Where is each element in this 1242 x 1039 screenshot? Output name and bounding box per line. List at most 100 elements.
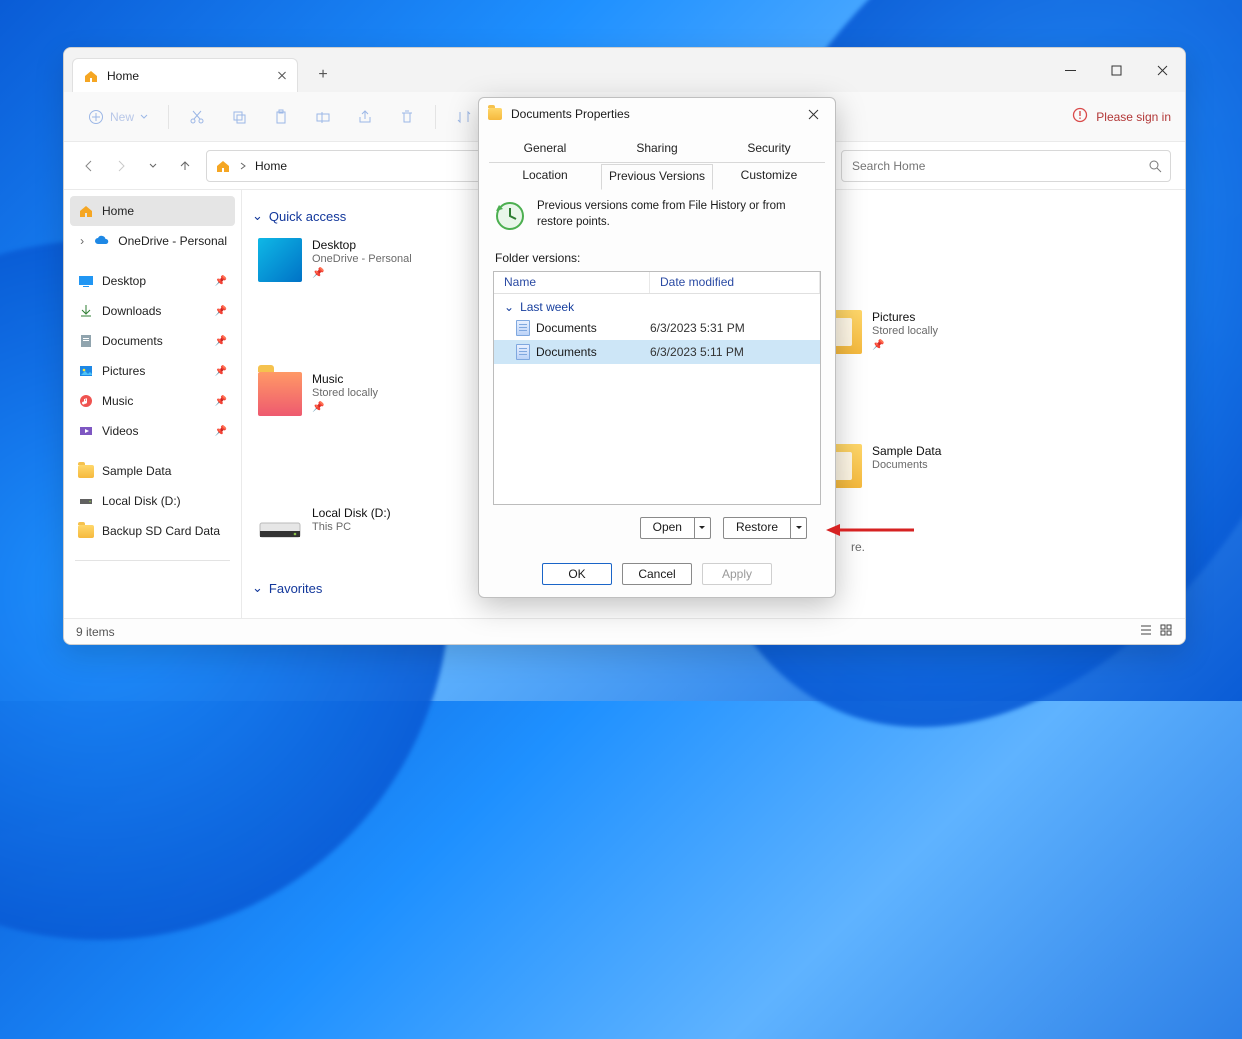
tab-sharing[interactable]: Sharing <box>601 136 713 162</box>
apply-button[interactable]: Apply <box>702 563 772 585</box>
tile-name: Local Disk (D:) <box>312 506 391 520</box>
chevron-right-icon <box>239 162 247 170</box>
ok-button[interactable]: OK <box>542 563 612 585</box>
tab-label: Home <box>107 69 139 83</box>
paste-button[interactable] <box>263 100 299 134</box>
crumb-label: Home <box>255 159 287 173</box>
dialog-close-button[interactable] <box>799 103 827 125</box>
nav-pictures[interactable]: Pictures📌 <box>70 356 235 386</box>
list-row[interactable]: Documents 6/3/2023 5:31 PM <box>494 316 820 340</box>
item-count: 9 items <box>76 625 115 639</box>
tab-customize[interactable]: Customize <box>713 163 825 189</box>
tab-home[interactable]: Home <box>72 58 298 92</box>
nav-onedrive[interactable]: › OneDrive - Personal <box>70 226 235 256</box>
search-icon <box>1148 159 1162 173</box>
tile-music[interactable]: MusicStored locally📌 <box>258 372 458 416</box>
nav-documents[interactable]: Documents 📌 <box>70 326 235 356</box>
forward-button[interactable] <box>110 155 132 177</box>
section-label: Favorites <box>269 581 322 596</box>
tile-pictures[interactable]: PicturesStored locally📌 <box>818 310 1018 354</box>
cut-button[interactable] <box>179 100 215 134</box>
nav-sample-data[interactable]: Sample Data <box>70 456 235 486</box>
desktop-icon <box>258 238 302 282</box>
tile-sub: Documents <box>872 459 941 471</box>
sign-in-prompt[interactable]: Please sign in <box>1072 107 1171 126</box>
nav-desktop[interactable]: Desktop📌 <box>70 266 235 296</box>
pin-icon: 📌 <box>215 426 227 437</box>
rename-button[interactable] <box>305 100 341 134</box>
col-date[interactable]: Date modified <box>650 272 820 293</box>
drive-icon <box>78 493 94 509</box>
window-controls <box>1047 48 1185 92</box>
recent-dropdown[interactable] <box>142 155 164 177</box>
tile-desktop[interactable]: DesktopOneDrive - Personal📌 <box>258 238 458 282</box>
col-name[interactable]: Name <box>494 272 650 293</box>
dialog-tabs: General Sharing Security Location Previo… <box>479 130 835 189</box>
thumbnails-view-button[interactable] <box>1159 623 1173 640</box>
tile-sub: Stored locally <box>872 325 938 337</box>
list-row[interactable]: Documents 6/3/2023 5:11 PM <box>494 340 820 364</box>
nav-label: Videos <box>102 424 138 438</box>
nav-downloads[interactable]: Downloads📌 <box>70 296 235 326</box>
minimize-button[interactable] <box>1047 48 1093 92</box>
properties-dialog: Documents Properties General Sharing Sec… <box>478 97 836 598</box>
nav-label: Documents <box>102 334 163 348</box>
delete-button[interactable] <box>389 100 425 134</box>
section-label: Quick access <box>269 209 346 224</box>
tile-name: Pictures <box>872 310 938 324</box>
open-button[interactable]: Open <box>640 517 711 539</box>
nav-label: Desktop <box>102 274 146 288</box>
close-button[interactable] <box>1139 48 1185 92</box>
nav-local-disk[interactable]: Local Disk (D:) <box>70 486 235 516</box>
tile-sample-data[interactable]: Sample DataDocuments <box>818 444 1018 488</box>
close-icon[interactable] <box>277 71 287 81</box>
pin-icon: 📌 <box>215 336 227 347</box>
nav-label: Home <box>102 204 134 218</box>
cancel-button[interactable]: Cancel <box>622 563 692 585</box>
tile-local-disk[interactable]: Local Disk (D:)This PC <box>258 506 458 550</box>
nav-home[interactable]: Home <box>70 196 235 226</box>
search-box[interactable] <box>841 150 1171 182</box>
download-icon <box>78 303 94 319</box>
nav-label: Local Disk (D:) <box>102 494 181 508</box>
maximize-button[interactable] <box>1093 48 1139 92</box>
details-view-button[interactable] <box>1139 623 1153 640</box>
tab-general[interactable]: General <box>489 136 601 162</box>
document-icon <box>78 333 94 349</box>
dialog-titlebar[interactable]: Documents Properties <box>479 98 835 130</box>
search-input[interactable] <box>850 158 1148 174</box>
nav-music[interactable]: Music 📌 <box>70 386 235 416</box>
new-tab-button[interactable]: + <box>310 62 336 88</box>
list-group[interactable]: ⌄ Last week <box>494 294 820 316</box>
restore-button[interactable]: Restore <box>723 517 807 539</box>
nav-backup-sd[interactable]: Backup SD Card Data <box>70 516 235 546</box>
tab-location[interactable]: Location <box>489 163 601 189</box>
pin-icon: 📌 <box>312 402 378 413</box>
home-icon <box>215 158 231 174</box>
separator <box>435 105 436 129</box>
annotation-arrow <box>826 521 916 539</box>
open-dropdown[interactable] <box>694 518 710 538</box>
nav-label: Music <box>102 394 133 408</box>
restore-dropdown[interactable] <box>790 518 806 538</box>
nav-label: Pictures <box>102 364 145 378</box>
pin-icon: 📌 <box>215 396 227 407</box>
versions-label: Folder versions: <box>495 251 821 265</box>
back-button[interactable] <box>78 155 100 177</box>
new-button[interactable]: New <box>78 100 158 134</box>
sort-button[interactable] <box>446 100 482 134</box>
versions-list[interactable]: Name Date modified ⌄ Last week Documents… <box>493 271 821 505</box>
new-label: New <box>110 110 134 124</box>
copy-button[interactable] <box>221 100 257 134</box>
nav-pane: Home › OneDrive - Personal Desktop📌 Down… <box>64 190 242 618</box>
up-button[interactable] <box>174 155 196 177</box>
share-button[interactable] <box>347 100 383 134</box>
home-icon <box>78 203 94 219</box>
tab-previous-versions[interactable]: Previous Versions <box>601 164 713 190</box>
folder-icon <box>78 525 94 538</box>
tab-security[interactable]: Security <box>713 136 825 162</box>
list-header: Name Date modified <box>494 272 820 294</box>
chevron-down-icon <box>140 113 148 121</box>
pin-icon: 📌 <box>312 268 412 279</box>
nav-videos[interactable]: Videos 📌 <box>70 416 235 446</box>
